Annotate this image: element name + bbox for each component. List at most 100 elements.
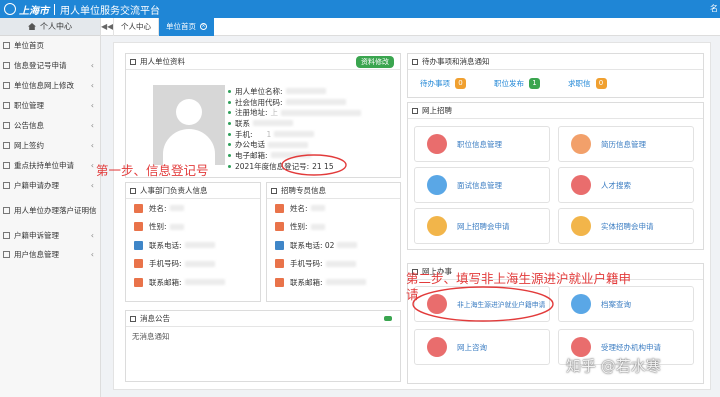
info-label: 联系 [235, 118, 250, 128]
count-badge: 1 [529, 78, 540, 89]
edit-profile-button[interactable]: 资料修改 [356, 56, 394, 68]
contact-label: 姓名: [149, 203, 167, 213]
redacted-value [274, 131, 315, 138]
step1-annotation: 第一步、信息登记号 [96, 163, 209, 178]
sidebar-item-label: 户籍申诉管理 [14, 230, 59, 240]
sidebar-item-settlement-letter[interactable]: 用人单位办理落户证明信 [0, 195, 100, 225]
step2-annotation-line1: 第二步、填写非上海生源进沪就业户籍申 [406, 271, 632, 286]
sidebar-item-appeal[interactable]: 户籍申诉管理 ‹ [0, 225, 100, 245]
folder-icon [571, 294, 591, 314]
tile-interview-management[interactable]: 面试信息管理 [414, 167, 550, 203]
info-label: 用人单位名称: [235, 86, 283, 96]
tab-unit-home[interactable]: 单位首页 × [158, 17, 214, 36]
contact-row: 联系电话: [126, 236, 260, 255]
info-row: 注册地址: 上 [228, 107, 362, 118]
contact-label: 姓名: [290, 203, 308, 213]
info-row: 2021年度信息登记号: 21 15 [228, 161, 361, 172]
sidebar-item-registration[interactable]: 信息登记号申请 ‹ [0, 56, 100, 76]
sidebar-item-label: 单位首页 [14, 41, 44, 51]
panel-header: 消息公告 [126, 311, 400, 327]
sidebar-item-label: 公告信息 [14, 121, 44, 130]
recruit-contact-panel: 招聘专员信息 姓名: 性别: 联系电话: 02 手机号码: 联系邮箱: [266, 182, 401, 302]
count-badge: 0 [455, 78, 466, 89]
edit-icon [3, 82, 10, 90]
panel-title: 待办事项和消息通知 [422, 57, 490, 66]
tile-label: 实体招聘会申请 [601, 221, 654, 231]
panel-header: 人事部门负责人信息 [126, 183, 260, 199]
mobile-icon [134, 259, 143, 269]
tile-online-fair[interactable]: 网上招聘会申请 [414, 208, 550, 244]
home-icon [28, 23, 36, 30]
building-icon [571, 337, 591, 357]
panel-title: 网上招聘 [422, 106, 452, 115]
top-header: 上海市 用人单位服务交流平台 名 [0, 0, 720, 18]
redacted-value [270, 152, 311, 159]
user-name[interactable]: 名 [710, 3, 718, 14]
user-icon [3, 251, 10, 259]
watermark: 知乎 @若水寒 [566, 357, 661, 375]
sidebar-item-label: 网上签约 [14, 140, 44, 150]
logo-icon [4, 3, 16, 15]
pending-job-post[interactable]: 职位发布 1 [494, 78, 540, 89]
sidebar-item-user-info[interactable]: 用户信息管理 ‹ [0, 245, 100, 265]
info-row: 用人单位名称: [228, 86, 361, 97]
contact-label: 性别: [149, 222, 167, 232]
app-title: 用人单位服务交流平台 [60, 5, 160, 17]
pending-todo[interactable]: 待办事项 0 [420, 78, 466, 89]
close-icon[interactable]: × [200, 23, 207, 30]
info-value: 1 [266, 129, 272, 139]
info-label: 办公电话 [235, 140, 265, 150]
sidebar-item-label: 户籍申请办理 [14, 180, 59, 190]
tile-label: 网上咨询 [457, 342, 487, 352]
sidebar-item-unit-home[interactable]: 单位首页 [0, 36, 100, 56]
tile-talent-search[interactable]: 人才搜索 [558, 167, 694, 203]
more-icon[interactable] [384, 316, 392, 321]
tile-label: 受理经办机构申请 [601, 342, 661, 352]
info-label: 社会信用代码: [235, 97, 283, 107]
sidebar-item-notices[interactable]: 公告信息 ‹ [0, 116, 100, 136]
sidebar-item-label: 单位信息网上修改 [14, 81, 74, 91]
contact-label: 联系电话: 02 [290, 240, 335, 250]
bullet-icon [228, 153, 231, 157]
redacted-value [310, 205, 325, 212]
tab-label: 单位首页 [166, 22, 196, 31]
gear-icon [3, 122, 10, 129]
bullet-icon [228, 111, 231, 115]
sidebar-head[interactable]: 个人中心 [0, 18, 100, 36]
grid-icon [130, 58, 136, 65]
sidebar-item-positions[interactable]: 职位管理 ‹ [0, 96, 100, 116]
tile-label: 网上招聘会申请 [457, 221, 510, 231]
sidebar-item-hukou-apply[interactable]: 户籍申请办理 ‹ [0, 175, 100, 195]
user-search-icon [571, 175, 591, 195]
redacted-value [268, 141, 308, 148]
chevron-left-icon: ‹ [90, 160, 94, 170]
tile-archive-query[interactable]: 档案查询 [558, 286, 694, 322]
redacted-value [285, 99, 346, 106]
sidebar-item-unit-info-edit[interactable]: 单位信息网上修改 ‹ [0, 76, 100, 96]
contact-label: 手机号码: [149, 259, 182, 269]
tab-scroll-left-icon[interactable]: ◀◀ [101, 22, 113, 31]
registration-number: 21 15 [312, 161, 334, 171]
stamp-icon [427, 294, 447, 314]
redacted-value [169, 205, 184, 212]
tile-hukou-application[interactable]: 非上海生源进沪就业户籍申请 [414, 286, 550, 322]
tile-onsite-fair[interactable]: 实体招聘会申请 [558, 208, 694, 244]
tile-label: 人才搜索 [601, 180, 631, 190]
sidebar-item-label: 职位管理 [14, 101, 44, 111]
sidebar-item-key-support[interactable]: 重点扶持单位申请 ‹ [0, 155, 100, 175]
pending-application[interactable]: 求职信 0 [568, 78, 607, 89]
sidebar-item-online-signing[interactable]: 网上签约 ‹ [0, 135, 100, 155]
panel-title: 消息公告 [140, 314, 170, 323]
tile-job-management[interactable]: 职位信息管理 [414, 126, 550, 162]
info-label: 手机: [235, 129, 253, 139]
people-icon [571, 216, 591, 236]
chevron-left-icon: ‹ [90, 180, 94, 190]
chevron-left-icon: ‹ [90, 61, 94, 71]
tile-online-consult[interactable]: 网上咨询 [414, 329, 550, 365]
tab-label: 个人中心 [121, 22, 151, 31]
contact-row: 性别: [267, 218, 400, 237]
panel-title: 人事部门负责人信息 [140, 186, 208, 195]
tile-resume-management[interactable]: 简历信息管理 [558, 126, 694, 162]
grid-icon [130, 315, 136, 322]
tab-personal-center[interactable]: 个人中心 [113, 17, 158, 36]
